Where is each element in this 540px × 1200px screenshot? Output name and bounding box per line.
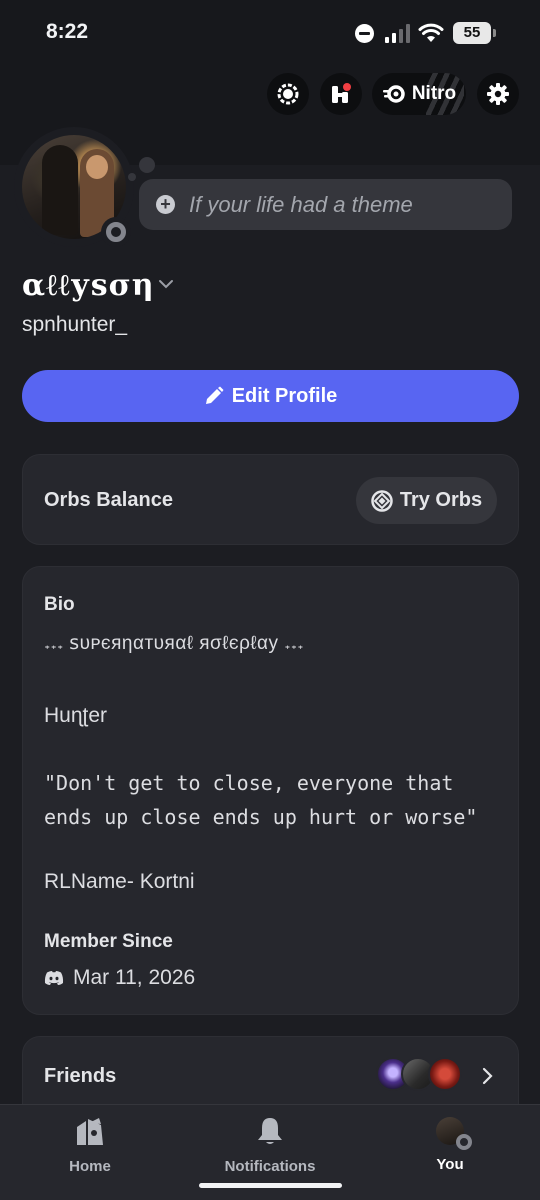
offline-status-indicator	[456, 1134, 472, 1150]
orbs-balance-title: Orbs Balance	[44, 489, 173, 511]
battery-tip	[493, 29, 496, 37]
pencil-icon	[205, 386, 224, 404]
nav-home[interactable]: Home	[25, 1115, 155, 1175]
custom-status-placeholder: If your life had a theme	[189, 191, 413, 217]
nitro-icon	[382, 85, 405, 103]
bio-line: 𝅄𝅄𝅄 ꜱᴜᴘєяηαтυяαℓ яσℓєρℓαу 𝅄𝅄𝅄	[44, 633, 304, 654]
you-avatar	[436, 1117, 472, 1150]
display-name[interactable]: αℓℓуѕση	[22, 268, 155, 303]
nav-you[interactable]: You	[385, 1115, 515, 1173]
member-since-date: Mar 11, 2026	[73, 966, 196, 989]
edit-profile-button[interactable]: Edit Profile	[22, 370, 519, 422]
bio-line: RLName- Kortni	[44, 870, 195, 893]
nav-you-label: You	[436, 1156, 464, 1173]
custom-status-bubble[interactable]: + If your life had a theme	[139, 179, 512, 230]
status-bar: 8:22 55	[0, 0, 540, 66]
username: spnhunter_	[22, 313, 128, 336]
thought-bubble-dot	[139, 157, 155, 173]
bio-line: Huɳʈer	[44, 704, 108, 727]
nav-notifications[interactable]: Notifications	[205, 1115, 335, 1175]
friends-title: Friends	[44, 1065, 117, 1087]
quests-icon	[332, 83, 351, 103]
nitro-button[interactable]: Nitro	[372, 73, 466, 115]
cellular-signal-icon	[385, 24, 411, 43]
nav-home-label: Home	[69, 1158, 111, 1175]
shop-icon	[277, 83, 299, 105]
bio-title: Bio	[44, 594, 75, 615]
settings-icon	[487, 83, 509, 105]
do-not-disturb-icon	[355, 24, 374, 43]
thought-bubble-dot	[128, 173, 136, 181]
member-since-title: Member Since	[44, 931, 173, 952]
settings-button[interactable]	[477, 73, 519, 115]
try-orbs-label: Try Orbs	[399, 489, 483, 511]
friend-avatar	[428, 1057, 462, 1091]
nitro-label: Nitro	[411, 83, 457, 104]
chevron-down-icon[interactable]	[158, 278, 174, 290]
try-orbs-button[interactable]: Try Orbs	[356, 477, 497, 524]
clock: 8:22	[46, 20, 89, 43]
nav-notifications-label: Notifications	[224, 1158, 316, 1175]
home-indicator[interactable]	[199, 1183, 342, 1188]
bio-quote: "Don't get to close, everyone that ends …	[44, 771, 478, 829]
offline-status-indicator	[106, 222, 126, 242]
bell-icon	[258, 1118, 282, 1144]
bio-card: Bio 𝅄𝅄𝅄 ꜱᴜᴘєяηαтυяαℓ яσℓєρℓαу 𝅄𝅄𝅄 Huɳʈer…	[22, 566, 519, 1015]
discord-icon	[44, 971, 64, 985]
edit-profile-label: Edit Profile	[231, 384, 338, 407]
orbs-balance-card: Orbs Balance Try Orbs	[22, 454, 519, 545]
quests-button[interactable]	[320, 73, 362, 115]
orb-icon	[371, 489, 393, 512]
plus-icon: +	[156, 195, 175, 214]
wifi-icon	[418, 23, 444, 42]
battery-level: 55	[453, 22, 491, 44]
chevron-right-icon[interactable]	[481, 1067, 493, 1085]
member-since-row: Mar 11, 2026	[44, 966, 195, 990]
shop-button[interactable]	[267, 73, 309, 115]
home-icon	[77, 1118, 103, 1145]
